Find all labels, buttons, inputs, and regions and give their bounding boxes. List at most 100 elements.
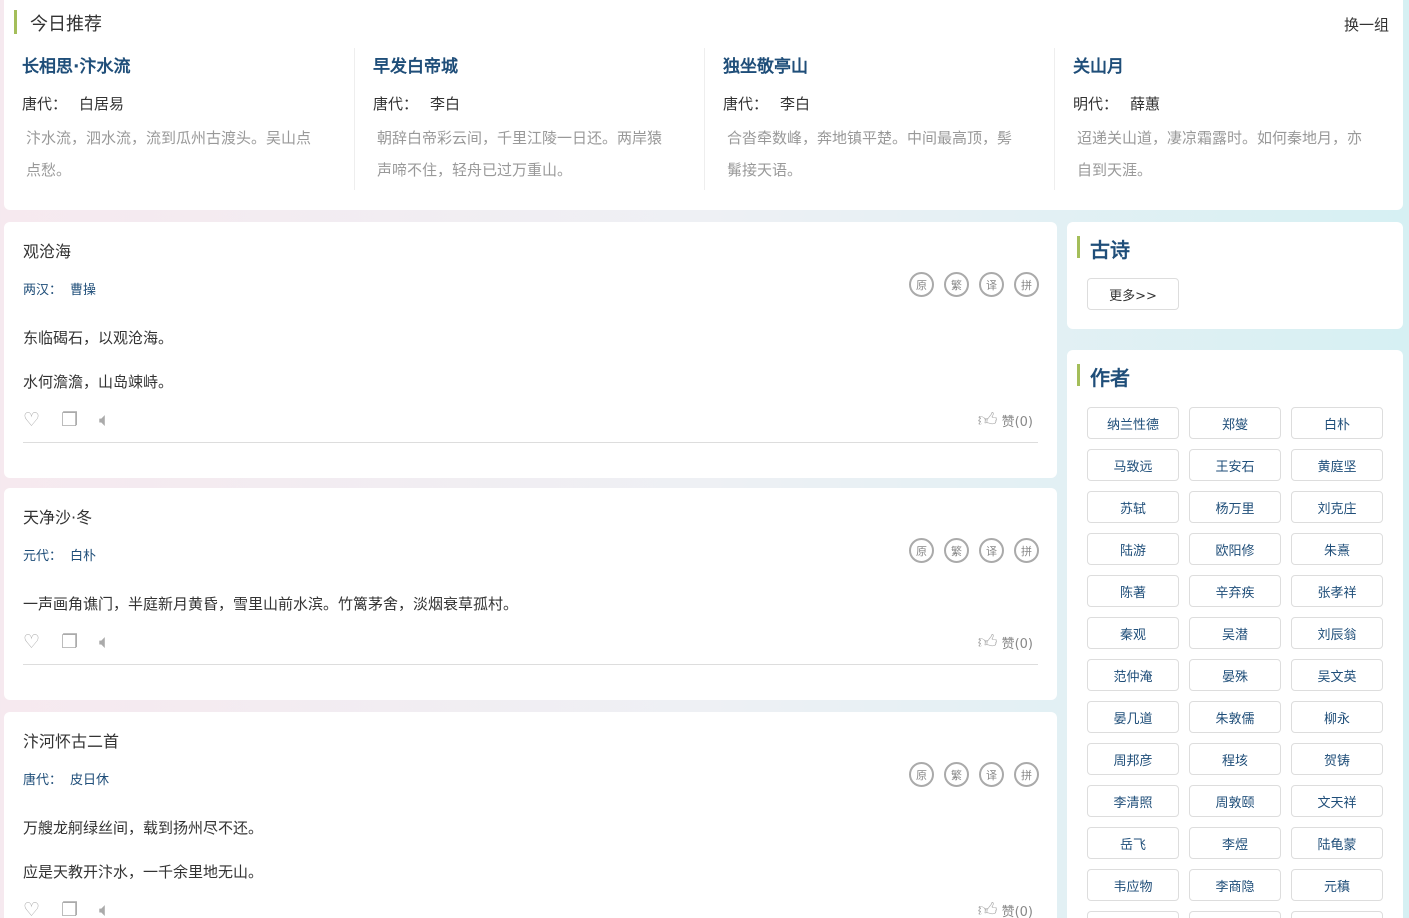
author-button[interactable]: 秦观	[1087, 617, 1179, 649]
copy-icon[interactable]: ❐	[61, 410, 81, 430]
tool-3-button[interactable]: 拼	[1014, 762, 1039, 787]
speaker-icon[interactable]: 🔈︎	[99, 900, 119, 918]
section-accent-bar	[14, 10, 17, 34]
more-button[interactable]: 更多>>	[1087, 278, 1179, 310]
authors-title: 作者	[1090, 366, 1130, 390]
today-recommend-panel: 今日推荐 换一组 长相思·汴水流 唐代： 白居易 汴水流，泗水流，流到瓜州古渡头。…	[4, 0, 1403, 210]
tool-1-button[interactable]: 繁	[944, 272, 969, 297]
author-button[interactable]: 苏轼	[1087, 491, 1179, 523]
author-button[interactable]: 黄庭坚	[1291, 449, 1383, 481]
copy-icon[interactable]: ❐	[61, 632, 81, 652]
author-button[interactable]: 杨万里	[1189, 491, 1281, 523]
tool-1-button[interactable]: 繁	[944, 762, 969, 787]
author-button[interactable]: 范仲淹	[1087, 659, 1179, 691]
poem-line: 东临碣石，以观沧海。	[23, 329, 174, 347]
author-button[interactable]: 吴潜	[1189, 617, 1281, 649]
poem-excerpt: 合沓牵数峰，奔地镇平楚。中间最高顶，髣髴接天语。	[727, 129, 1013, 179]
like-count[interactable]: 赞(0)	[1002, 633, 1033, 652]
poem-title[interactable]: 汴河怀古二首	[23, 728, 119, 752]
author-button[interactable]: 李煜	[1189, 827, 1281, 859]
author-button[interactable]: 周邦彦	[1087, 743, 1179, 775]
author-button[interactable]: 周敦颐	[1189, 785, 1281, 817]
heart-icon[interactable]: ♡	[23, 410, 43, 430]
author-button[interactable]: 王安石	[1189, 449, 1281, 481]
author-button[interactable]: 吴文英	[1291, 659, 1383, 691]
change-group-button[interactable]: 换一组	[1344, 14, 1389, 35]
recommend-item: 早发白帝城 唐代： 李白 朝辞白帝彩云间，千里江陵一日还。两岸猿声啼不住，轻舟已过…	[354, 48, 704, 190]
poem-title[interactable]: 观沧海	[23, 238, 71, 262]
tool-1-button[interactable]: 繁	[944, 538, 969, 563]
author-button[interactable]: 朱敦儒	[1189, 701, 1281, 733]
author-button[interactable]: 陆龟蒙	[1291, 827, 1383, 859]
author-button[interactable]	[1291, 911, 1383, 918]
author-button[interactable]: 辛弃疾	[1189, 575, 1281, 607]
recommend-item: 独坐敬亭山 唐代： 李白 合沓牵数峰，奔地镇平楚。中间最高顶，髣髴接天语。	[704, 48, 1054, 190]
author-button[interactable]: 晏殊	[1189, 659, 1281, 691]
author-button[interactable]: 李商隐	[1189, 869, 1281, 901]
author-button[interactable]: 柳永	[1291, 701, 1383, 733]
heart-icon[interactable]: ♡	[23, 632, 43, 652]
author-button[interactable]: 马致远	[1087, 449, 1179, 481]
author-link[interactable]: 薛蕙	[1130, 95, 1160, 113]
author-link[interactable]: 白朴	[70, 549, 96, 564]
poem-title-link[interactable]: 独坐敬亭山	[723, 52, 1054, 77]
dynasty: 唐代：	[723, 95, 769, 113]
tool-3-button[interactable]: 拼	[1014, 272, 1039, 297]
like-count[interactable]: 赞(0)	[1002, 411, 1033, 430]
author-button[interactable]: 朱熹	[1291, 533, 1383, 565]
author-button[interactable]: 欧阳修	[1189, 533, 1281, 565]
recommend-item: 关山月 明代： 薛蕙 迢递关山道，凄凉霜露时。如何秦地月，亦自到天涯。	[1054, 48, 1404, 190]
author-button[interactable]: 刘克庄	[1291, 491, 1383, 523]
author-button[interactable]: 白朴	[1291, 407, 1383, 439]
author-button[interactable]: 刘辰翁	[1291, 617, 1383, 649]
authors-panel: 作者 纳兰性德 郑燮 白朴马致远 王安石 黄庭坚苏轼 杨万里 刘克庄陆游 欧阳修 朱熹陈著 辛弃疾…	[1067, 350, 1403, 918]
author-link[interactable]: 李白	[780, 95, 810, 113]
dynasty: 元代：	[23, 549, 63, 564]
speaker-icon[interactable]: 🔈︎	[99, 410, 119, 430]
author-button[interactable]: 李清照	[1087, 785, 1179, 817]
author-button[interactable]: 郑燮	[1189, 407, 1281, 439]
poem-line: 一声画角谯门，半庭新月黄昏，雪里山前水滨。竹篱茅舍，淡烟衰草孤村。	[23, 595, 519, 613]
author-button[interactable]: 张孝祥	[1291, 575, 1383, 607]
author-button[interactable]	[1087, 911, 1179, 918]
copy-icon[interactable]: ❐	[61, 900, 81, 918]
author-button[interactable]: 陆游	[1087, 533, 1179, 565]
poem-title-link[interactable]: 关山月	[1073, 52, 1404, 77]
thumbs-up-icon[interactable]: 👍︎	[978, 900, 998, 918]
author-link[interactable]: 曹操	[70, 283, 96, 298]
author-button[interactable]: 程垓	[1189, 743, 1281, 775]
poem-line: 应是天教开汴水，一千余里地无山。	[23, 863, 264, 881]
author-button[interactable]: 元稹	[1291, 869, 1383, 901]
author-button[interactable]: 岳飞	[1087, 827, 1179, 859]
author-button[interactable]: 晏几道	[1087, 701, 1179, 733]
tool-0-button[interactable]: 原	[909, 762, 934, 787]
author-button[interactable]: 陈著	[1087, 575, 1179, 607]
divider	[23, 442, 1038, 443]
tool-0-button[interactable]: 原	[909, 538, 934, 563]
dynasty: 唐代：	[373, 95, 419, 113]
thumbs-up-icon[interactable]: 👍︎	[978, 410, 998, 430]
tool-2-button[interactable]: 译	[979, 762, 1004, 787]
gushi-panel: 古诗 更多>>	[1067, 222, 1403, 329]
tool-2-button[interactable]: 译	[979, 538, 1004, 563]
author-link[interactable]: 李白	[430, 95, 460, 113]
tool-2-button[interactable]: 译	[979, 272, 1004, 297]
tool-3-button[interactable]: 拼	[1014, 538, 1039, 563]
author-link[interactable]: 皮日休	[70, 773, 109, 788]
poem-title-link[interactable]: 早发白帝城	[373, 52, 704, 77]
tool-0-button[interactable]: 原	[909, 272, 934, 297]
speaker-icon[interactable]: 🔈︎	[99, 632, 119, 652]
poem-excerpt: 汴水流，泗水流，流到瓜州古渡头。吴山点点愁。	[26, 129, 312, 179]
author-button[interactable]: 贺铸	[1291, 743, 1383, 775]
poem-title[interactable]: 天净沙·冬	[23, 504, 92, 528]
thumbs-up-icon[interactable]: 👍︎	[978, 632, 998, 652]
dynasty: 唐代：	[23, 773, 63, 788]
author-button[interactable]	[1189, 911, 1281, 918]
poem-title-link[interactable]: 长相思·汴水流	[22, 52, 354, 77]
like-count[interactable]: 赞(0)	[1002, 901, 1033, 918]
author-link[interactable]: 白居易	[79, 95, 124, 113]
author-button[interactable]: 文天祥	[1291, 785, 1383, 817]
heart-icon[interactable]: ♡	[23, 900, 43, 918]
author-button[interactable]: 韦应物	[1087, 869, 1179, 901]
author-button[interactable]: 纳兰性德	[1087, 407, 1179, 439]
